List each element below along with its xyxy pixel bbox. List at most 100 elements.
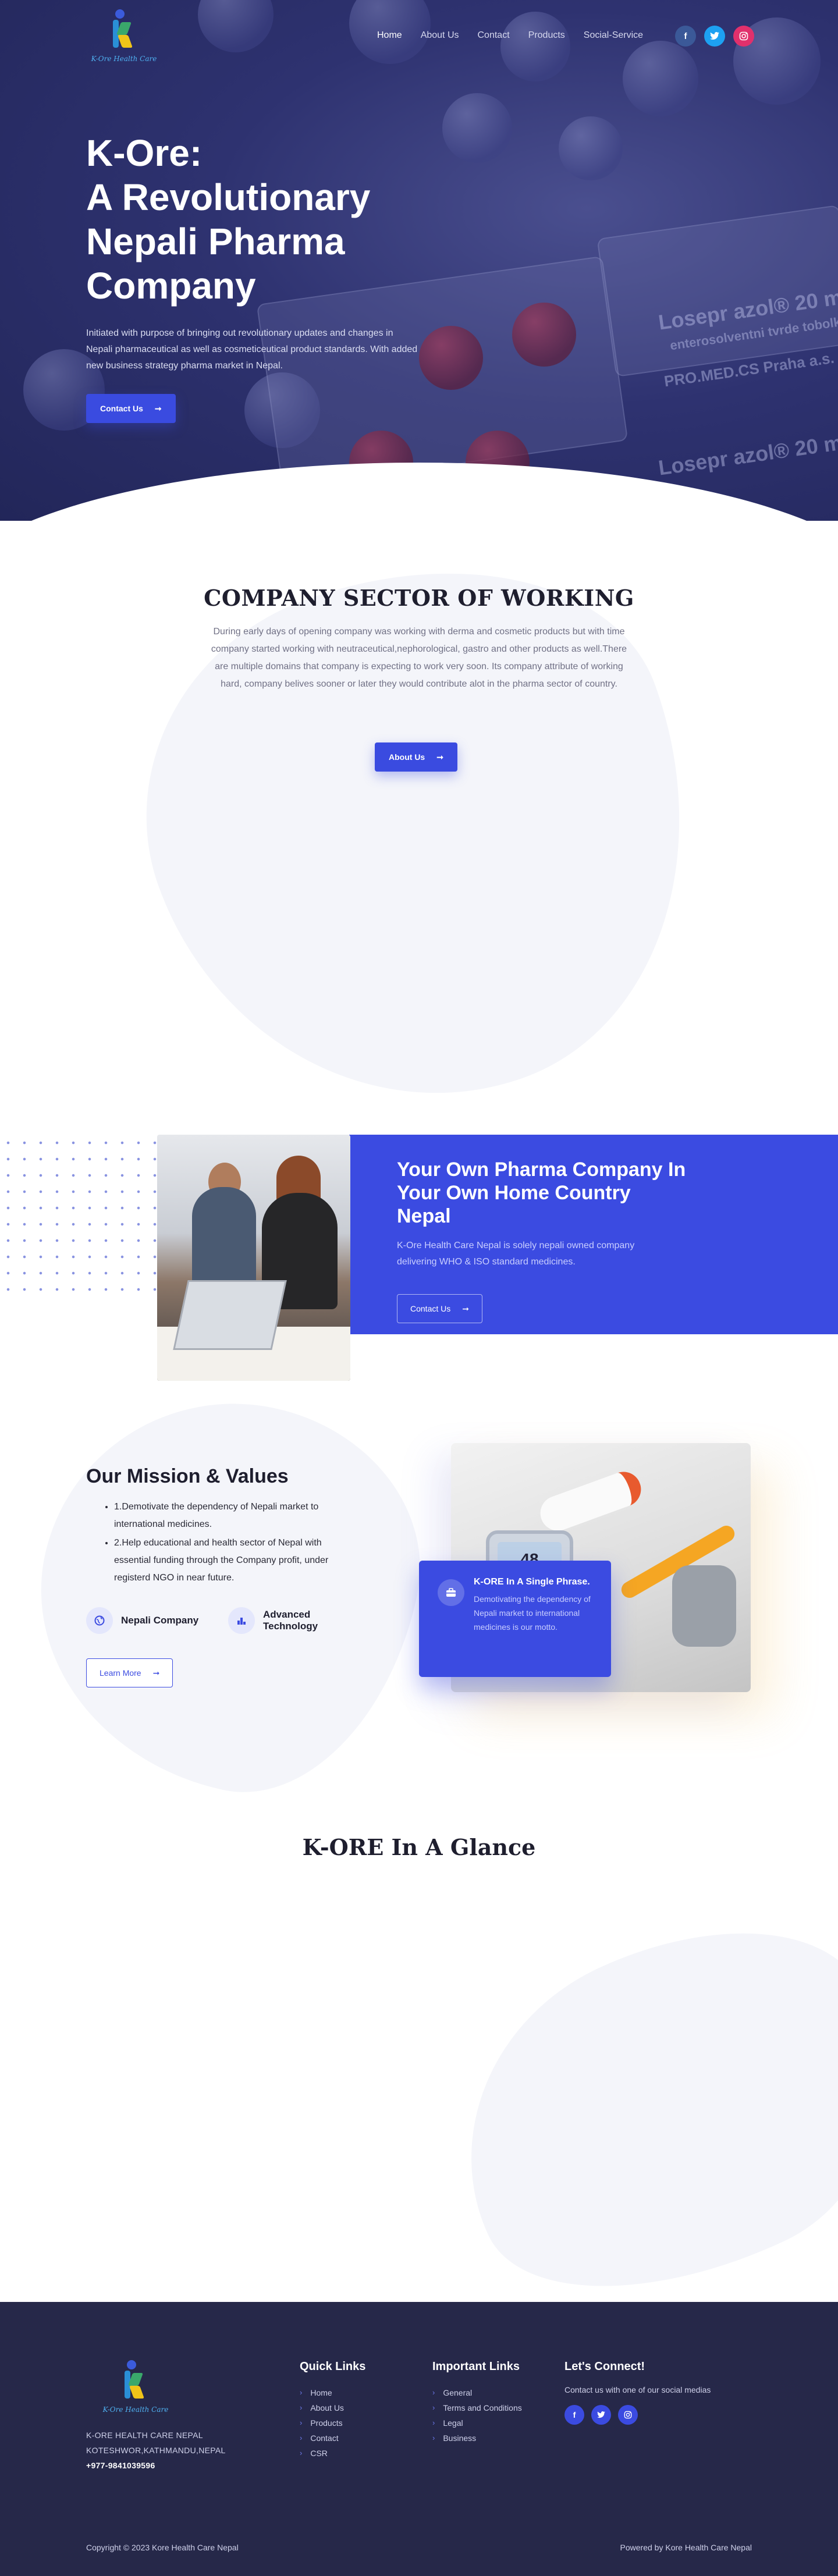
chevron-right-icon: › [300,2388,303,2397]
briefcase-icon [438,1579,464,1606]
twitter-icon[interactable] [591,2405,611,2425]
nav-item-home[interactable]: Home [377,30,402,41]
hero-title-line: Nepali Pharma [86,221,345,262]
mission-section: Our Mission & Values 1.Demotivate the de… [0,1367,838,1821]
arrow-right-icon: ➞ [154,403,162,413]
logo-tagline: K-Ore Health Care [102,2406,169,2414]
feature-label-line: Technology [263,1621,318,1632]
hero-title-line: A Revolutionary [86,176,371,218]
footer-link-label: CSR [310,2449,328,2458]
footer-link-contact[interactable]: › Contact [300,2431,365,2446]
nav-item-products[interactable]: Products [528,30,565,41]
hero-contact-button-label: Contact Us [100,404,143,413]
background-blob [5,1367,449,1821]
feature-banner: Your Own Pharma Company In Your Own Home… [0,1135,838,1385]
hero-content: K-Ore: A Revolutionary Nepali Pharma Com… [86,131,417,423]
connect-text: Contact us with one of our social medias [564,2385,711,2394]
feature-text: K-Ore Health Care Nepal is solely nepali… [397,1241,635,1267]
address-line: KOTESHWOR,KATHMANDU,NEPAL [86,2446,226,2455]
hero-title-line: K-Ore: [86,132,203,174]
glance-title: K-ORE In A Glance [302,1834,536,1860]
main-nav: Home About Us Contact Products Social-Se… [377,30,643,41]
globe-icon [86,1607,113,1634]
feature-label-line: Advanced [263,1609,311,1620]
footer-quick-links: Quick Links › Home › About Us › Products › C… [300,2360,365,2461]
mission-callout-card: K-ORE In A Single Phrase. Demotivating t… [419,1561,611,1677]
logo-mark-icon [123,2360,145,2401]
footer-link-legal[interactable]: › Legal [432,2415,522,2431]
nav-item-contact[interactable]: Contact [478,30,510,41]
footer-link-label: About Us [310,2403,344,2412]
about-us-button[interactable]: About Us ➞ [375,742,457,772]
chevron-right-icon: › [432,2388,435,2397]
footer-link-label: Legal [443,2418,463,2428]
footer-column-title: Let's Connect! [564,2360,645,2373]
about-us-button-label: About Us [389,752,425,762]
facebook-icon[interactable]: f [675,26,696,47]
list-item: 2.Help educational and health sector of … [114,1534,358,1587]
footer-link-home[interactable]: › Home [300,2385,365,2400]
logo-tagline: K-Ore Health Care [91,55,157,63]
footer-logo[interactable]: K-Ore Health Care [98,2358,173,2421]
phone-number[interactable]: +977-9841039596 [86,2458,226,2473]
callout-title: K-ORE In A Single Phrase. [474,1577,590,1587]
footer-address: K-ORE HEALTH CARE NEPAL KOTESHWOR,KATHMA… [86,2428,226,2473]
list-item: 1.Demotivate the dependency of Nepali ma… [114,1498,358,1533]
footer-link-csr[interactable]: › CSR [300,2446,365,2461]
nav-item-about-us[interactable]: About Us [421,30,459,41]
arrow-right-icon: ➞ [152,1668,160,1678]
chevron-right-icon: › [432,2418,435,2427]
callout-text: Demotivating the dependency of Nepali ma… [474,1594,591,1632]
feature-label: Advanced Technology [263,1609,318,1632]
facebook-icon[interactable]: f [564,2405,584,2425]
learn-more-button[interactable]: Learn More ➞ [86,1658,173,1687]
footer-important-links: Important Links › General › Terms and Cond… [432,2360,522,2446]
feature-title: Your Own Pharma Company In Your Own Home… [397,1159,686,1227]
feature-advanced-technology: Advanced Technology [228,1607,318,1634]
footer-link-about-us[interactable]: › About Us [300,2400,365,2415]
feature-contact-button-label: Contact Us [410,1304,451,1313]
office-photo [157,1135,350,1381]
site-header: K-Ore Health Care Home About Us Contact … [0,0,838,73]
logo-mark-icon [112,9,133,50]
hero-bg-text: Losepr azol® 20 mg [656,428,838,480]
mission-title: Our Mission & Values [86,1465,289,1487]
hero-description: Initiated with purpose of bringing out r… [86,328,418,371]
arrow-right-icon: ➞ [436,752,443,762]
hero-title: K-Ore: A Revolutionary Nepali Pharma Com… [86,131,412,308]
instagram-icon[interactable] [618,2405,638,2425]
feature-nepali-company: Nepali Company [86,1607,198,1634]
footer-link-label: Products [310,2418,343,2428]
chevron-right-icon: › [300,2449,303,2457]
footer-link-business[interactable]: › Business [432,2431,522,2446]
chart-icon [228,1607,255,1634]
footer-link-label: General [443,2388,473,2397]
chevron-right-icon: › [432,2433,435,2442]
footer-link-label: Home [310,2388,332,2397]
copyright-text: Copyright © 2023 Kore Health Care Nepal [86,2543,239,2552]
footer-social-links: f [564,2405,711,2425]
header-social-links: f [675,26,754,47]
arrow-right-icon: ➞ [462,1303,469,1313]
background-blob [406,1871,838,2354]
nav-item-social-service[interactable]: Social-Service [584,30,643,41]
glance-section: K-ORE In A Glance [0,1804,838,2354]
footer-link-terms[interactable]: › Terms and Conditions [432,2400,522,2415]
hero-section: Losepr azol® 20 mg enterosolventni tvrde… [0,0,838,521]
hero-contact-button[interactable]: Contact Us ➞ [86,394,176,423]
sector-text: During early days of opening company was… [211,627,627,689]
footer-bottom-bar: Copyright © 2023 Kore Health Care Nepal … [86,2543,752,2552]
twitter-icon[interactable] [704,26,725,47]
site-logo[interactable]: K-Ore Health Care [86,7,162,70]
footer-column-title: Important Links [432,2360,520,2373]
footer-link-products[interactable]: › Products [300,2415,365,2431]
footer-link-label: Business [443,2433,477,2443]
hero-bg-pill-red [419,326,483,390]
hero-title-line: Company [86,265,256,307]
chevron-right-icon: › [300,2403,303,2412]
feature-contact-button[interactable]: Contact Us ➞ [397,1294,482,1323]
mission-list: 1.Demotivate the dependency of Nepali ma… [114,1498,358,1588]
instagram-icon[interactable] [733,26,754,47]
footer-link-general[interactable]: › General [432,2385,522,2400]
learn-more-button-label: Learn More [100,1668,141,1678]
